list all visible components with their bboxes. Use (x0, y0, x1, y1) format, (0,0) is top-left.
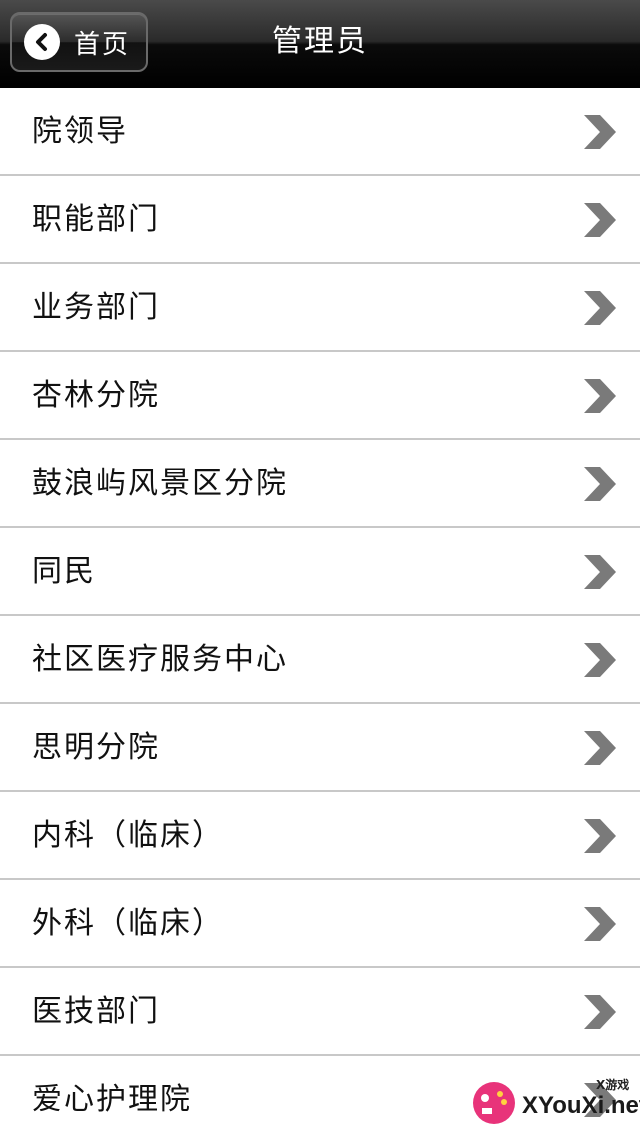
list-item[interactable]: 医技部门 (0, 968, 640, 1056)
chevron-right-icon (584, 819, 616, 853)
watermark-site: XYouXi.net (522, 1092, 640, 1119)
page-title: 管理员 (272, 24, 368, 59)
chevron-right-icon (584, 115, 616, 149)
list-item[interactable]: 同民 (0, 528, 640, 616)
chevron-right-icon (584, 467, 616, 501)
list-item-label: 同民 (32, 554, 96, 589)
list-item[interactable]: 杏林分院 (0, 352, 640, 440)
list-item-label: 院领导 (32, 114, 128, 149)
chevron-right-icon (584, 379, 616, 413)
list-item[interactable]: 外科（临床） (0, 880, 640, 968)
list-item-label: 内科（临床） (32, 818, 224, 853)
list-item-label: 外科（临床） (32, 906, 224, 941)
list-item[interactable]: 社区医疗服务中心 (0, 616, 640, 704)
list-item-label: 爱心护理院 (32, 1082, 192, 1117)
list-item[interactable]: 思明分院 (0, 704, 640, 792)
chevron-right-icon (584, 203, 616, 237)
chevron-right-icon (584, 907, 616, 941)
list-item-label: 社区医疗服务中心 (32, 642, 288, 677)
list-item-label: 思明分院 (32, 730, 160, 765)
list-item-label: 职能部门 (32, 202, 160, 237)
list-item[interactable]: 业务部门 (0, 264, 640, 352)
screen: 首页 管理员 院领导 职能部门 业务部门 杏林分院 鼓浪屿风景区分院 同民 社区… (0, 0, 640, 1136)
list-item[interactable]: 职能部门 (0, 176, 640, 264)
gamepad-logo-icon (473, 1082, 515, 1124)
list-item-label: 杏林分院 (32, 378, 160, 413)
list-item[interactable]: 院领导 (0, 88, 640, 176)
list-item[interactable]: 鼓浪屿风景区分院 (0, 440, 640, 528)
watermark-logo: X游戏 XYouXi.net (470, 1074, 640, 1130)
department-list: 院领导 职能部门 业务部门 杏林分院 鼓浪屿风景区分院 同民 社区医疗服务中心 (0, 88, 640, 1136)
list-item-label: 医技部门 (32, 994, 160, 1029)
watermark-small-text: X游戏 (596, 1078, 630, 1092)
chevron-right-icon (584, 995, 616, 1029)
navigation-bar: 首页 管理员 (0, 0, 640, 88)
list-item[interactable]: 内科（临床） (0, 792, 640, 880)
chevron-right-icon (584, 731, 616, 765)
chevron-right-icon (584, 643, 616, 677)
list-item-label: 业务部门 (32, 290, 160, 325)
list-item-label: 鼓浪屿风景区分院 (32, 466, 288, 501)
chevron-right-icon (584, 555, 616, 589)
chevron-right-icon (584, 291, 616, 325)
